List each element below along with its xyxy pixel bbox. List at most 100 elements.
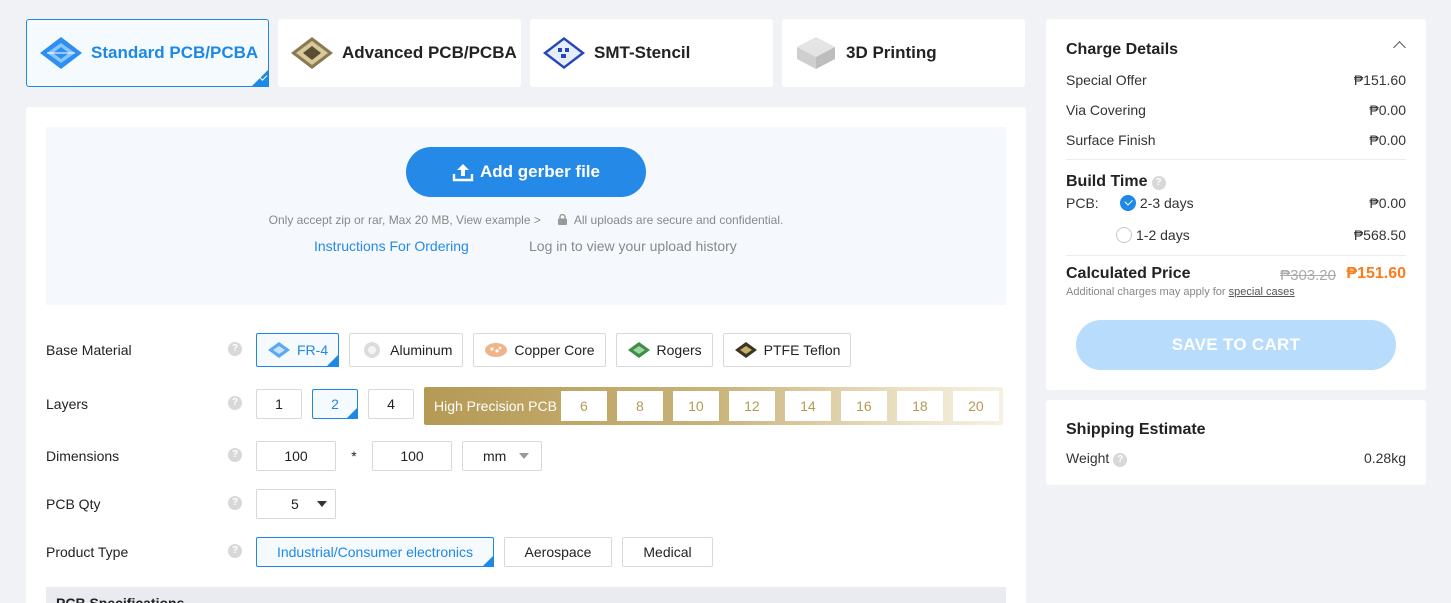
layer-option[interactable]: 20 bbox=[952, 391, 999, 421]
option-label: Industrial/Consumer electronics bbox=[276, 544, 474, 560]
rogers-icon bbox=[627, 342, 650, 358]
dimension-separator: * bbox=[351, 448, 357, 464]
build-option-label[interactable]: 2-3 days bbox=[1140, 195, 1194, 211]
upload-history-link[interactable]: Log in to view your upload history bbox=[529, 238, 737, 254]
layer-option[interactable]: 4 bbox=[368, 389, 414, 419]
weight-value: 0.28kg bbox=[1363, 450, 1406, 466]
original-price: ₱303.20 bbox=[1280, 267, 1336, 284]
discounted-price: ₱151.60 bbox=[1346, 265, 1406, 282]
layer-option[interactable]: 14 bbox=[784, 391, 831, 421]
material-option-aluminum[interactable]: Aluminum bbox=[349, 333, 464, 367]
tab-label: 3D Printing bbox=[846, 43, 937, 62]
smt-stencil-icon bbox=[540, 33, 588, 73]
price-note: Additional charges may apply for special… bbox=[1066, 286, 1406, 298]
option-label: 2 bbox=[331, 396, 339, 412]
upload-area: Add gerber file Only accept zip or rar, … bbox=[46, 127, 1006, 305]
qty-value: 5 bbox=[291, 496, 299, 512]
product-type-aerospace[interactable]: Aerospace bbox=[504, 537, 612, 567]
help-icon[interactable]: ? bbox=[228, 544, 242, 558]
shipping-title: Shipping Estimate bbox=[1066, 421, 1206, 438]
instructions-link[interactable]: Instructions For Ordering bbox=[314, 238, 469, 254]
help-icon[interactable]: ? bbox=[228, 396, 242, 410]
charge-line-value: ₱0.00 bbox=[1369, 102, 1406, 118]
save-to-cart-button[interactable]: SAVE TO CART bbox=[1076, 320, 1396, 370]
material-option-copper-core[interactable]: Copper Core bbox=[473, 333, 606, 367]
layer-option[interactable]: 10 bbox=[672, 391, 719, 421]
product-type-label: Product Type bbox=[46, 544, 129, 560]
product-type-industrial[interactable]: Industrial/Consumer electronics bbox=[256, 537, 494, 567]
tab-advanced-pcb[interactable]: Advanced PCB/PCBA bbox=[278, 19, 521, 87]
standard-pcb-icon bbox=[37, 33, 85, 73]
option-label: Rogers bbox=[656, 342, 702, 358]
tab-standard-pcb[interactable]: Standard PCB/PCBA bbox=[26, 19, 269, 87]
help-icon[interactable]: ? bbox=[1113, 453, 1128, 467]
layer-option[interactable]: 12 bbox=[728, 391, 775, 421]
product-type-medical[interactable]: Medical bbox=[622, 537, 713, 567]
layer-option[interactable]: 1 bbox=[256, 389, 302, 419]
help-icon[interactable]: ? bbox=[228, 496, 242, 510]
pcb-label: PCB: bbox=[1066, 195, 1099, 211]
upload-limits-text[interactable]: Only accept zip or rar, Max 20 MB, View … bbox=[269, 213, 541, 227]
option-label: FR-4 bbox=[297, 342, 329, 358]
upload-icon bbox=[452, 164, 474, 182]
build-option-price: ₱0.00 bbox=[1369, 195, 1406, 211]
selected-check-icon bbox=[482, 555, 494, 567]
height-input[interactable]: 100 bbox=[372, 441, 452, 471]
chevron-up-icon[interactable] bbox=[1393, 41, 1406, 54]
help-icon[interactable]: ? bbox=[1151, 176, 1166, 190]
order-form-panel: Add gerber file Only accept zip or rar, … bbox=[26, 107, 1026, 603]
layers-row: Layers ? 1 2 4 High Precision PCB 6 8 10… bbox=[46, 387, 1006, 425]
tab-label: Standard PCB/PCBA bbox=[91, 43, 259, 62]
width-input[interactable]: 100 bbox=[256, 441, 336, 471]
qty-label: PCB Qty bbox=[46, 496, 101, 512]
selected-check-icon bbox=[251, 69, 269, 87]
material-option-fr4[interactable]: FR-4 bbox=[256, 333, 340, 367]
divider bbox=[1066, 159, 1406, 160]
tab-3d-printing[interactable]: 3D Printing bbox=[782, 19, 1025, 87]
shipping-estimate-card: Shipping Estimate Weight? 0.28kg bbox=[1046, 400, 1426, 485]
tab-smt-stencil[interactable]: SMT-Stencil bbox=[530, 19, 773, 87]
chevron-down-icon bbox=[519, 453, 529, 459]
help-icon[interactable]: ? bbox=[228, 448, 242, 462]
material-option-ptfe-teflon[interactable]: PTFE Teflon bbox=[722, 333, 852, 367]
lock-icon bbox=[558, 214, 568, 225]
unit-select[interactable]: mm bbox=[462, 441, 542, 471]
dimensions-label: Dimensions bbox=[46, 448, 120, 464]
charge-line-value: ₱151.60 bbox=[1353, 72, 1406, 88]
build-option-row: PCB: 2-3 days ₱0.00 bbox=[1066, 195, 1406, 211]
add-gerber-button[interactable]: Add gerber file bbox=[406, 147, 646, 197]
pcb-specifications-header[interactable]: PCB Specifications bbox=[46, 587, 1006, 603]
add-gerber-label: Add gerber file bbox=[480, 162, 600, 181]
qty-select[interactable]: 5 bbox=[256, 489, 336, 519]
high-precision-label: High Precision PCB bbox=[434, 398, 557, 414]
base-material-row: Base Material ? FR-4 Aluminum Copper Cor… bbox=[46, 333, 1006, 367]
layer-option[interactable]: 8 bbox=[616, 391, 663, 421]
special-cases-link[interactable]: special cases bbox=[1229, 286, 1295, 298]
material-option-rogers[interactable]: Rogers bbox=[615, 333, 713, 367]
build-option-label[interactable]: 1-2 days bbox=[1136, 227, 1190, 243]
price-note-text: Additional charges may apply for bbox=[1066, 286, 1226, 298]
unit-value: mm bbox=[483, 448, 507, 464]
charge-line-label: Surface Finish bbox=[1066, 132, 1156, 148]
selected-check-icon bbox=[346, 407, 358, 419]
radio-button[interactable] bbox=[1116, 227, 1132, 243]
option-label: Copper Core bbox=[514, 342, 595, 358]
charge-details-card: Charge Details Special Offer ₱151.60 Via… bbox=[1046, 19, 1426, 390]
option-label: PTFE Teflon bbox=[763, 342, 841, 358]
fr4-icon bbox=[268, 342, 290, 358]
layers-label: Layers bbox=[46, 396, 89, 412]
layer-option-selected[interactable]: 2 bbox=[312, 389, 358, 419]
layer-option[interactable]: 16 bbox=[840, 391, 887, 421]
charge-line-label: Via Covering bbox=[1066, 102, 1146, 118]
layer-option[interactable]: 6 bbox=[560, 391, 607, 421]
calculated-price: Calculated Price ₱303.20 ₱151.60 Additio… bbox=[1066, 265, 1406, 298]
option-label: Aluminum bbox=[390, 342, 453, 358]
layer-option[interactable]: 18 bbox=[896, 391, 943, 421]
help-icon[interactable]: ? bbox=[228, 342, 242, 356]
upload-note: Only accept zip or rar, Max 20 MB, View … bbox=[46, 213, 1006, 227]
aluminum-icon bbox=[364, 342, 381, 358]
qty-row: PCB Qty ? 5 bbox=[46, 487, 1006, 521]
weight-label: Weight bbox=[1066, 450, 1110, 466]
radio-button-selected[interactable] bbox=[1119, 195, 1136, 211]
copper-core-icon bbox=[485, 343, 508, 357]
